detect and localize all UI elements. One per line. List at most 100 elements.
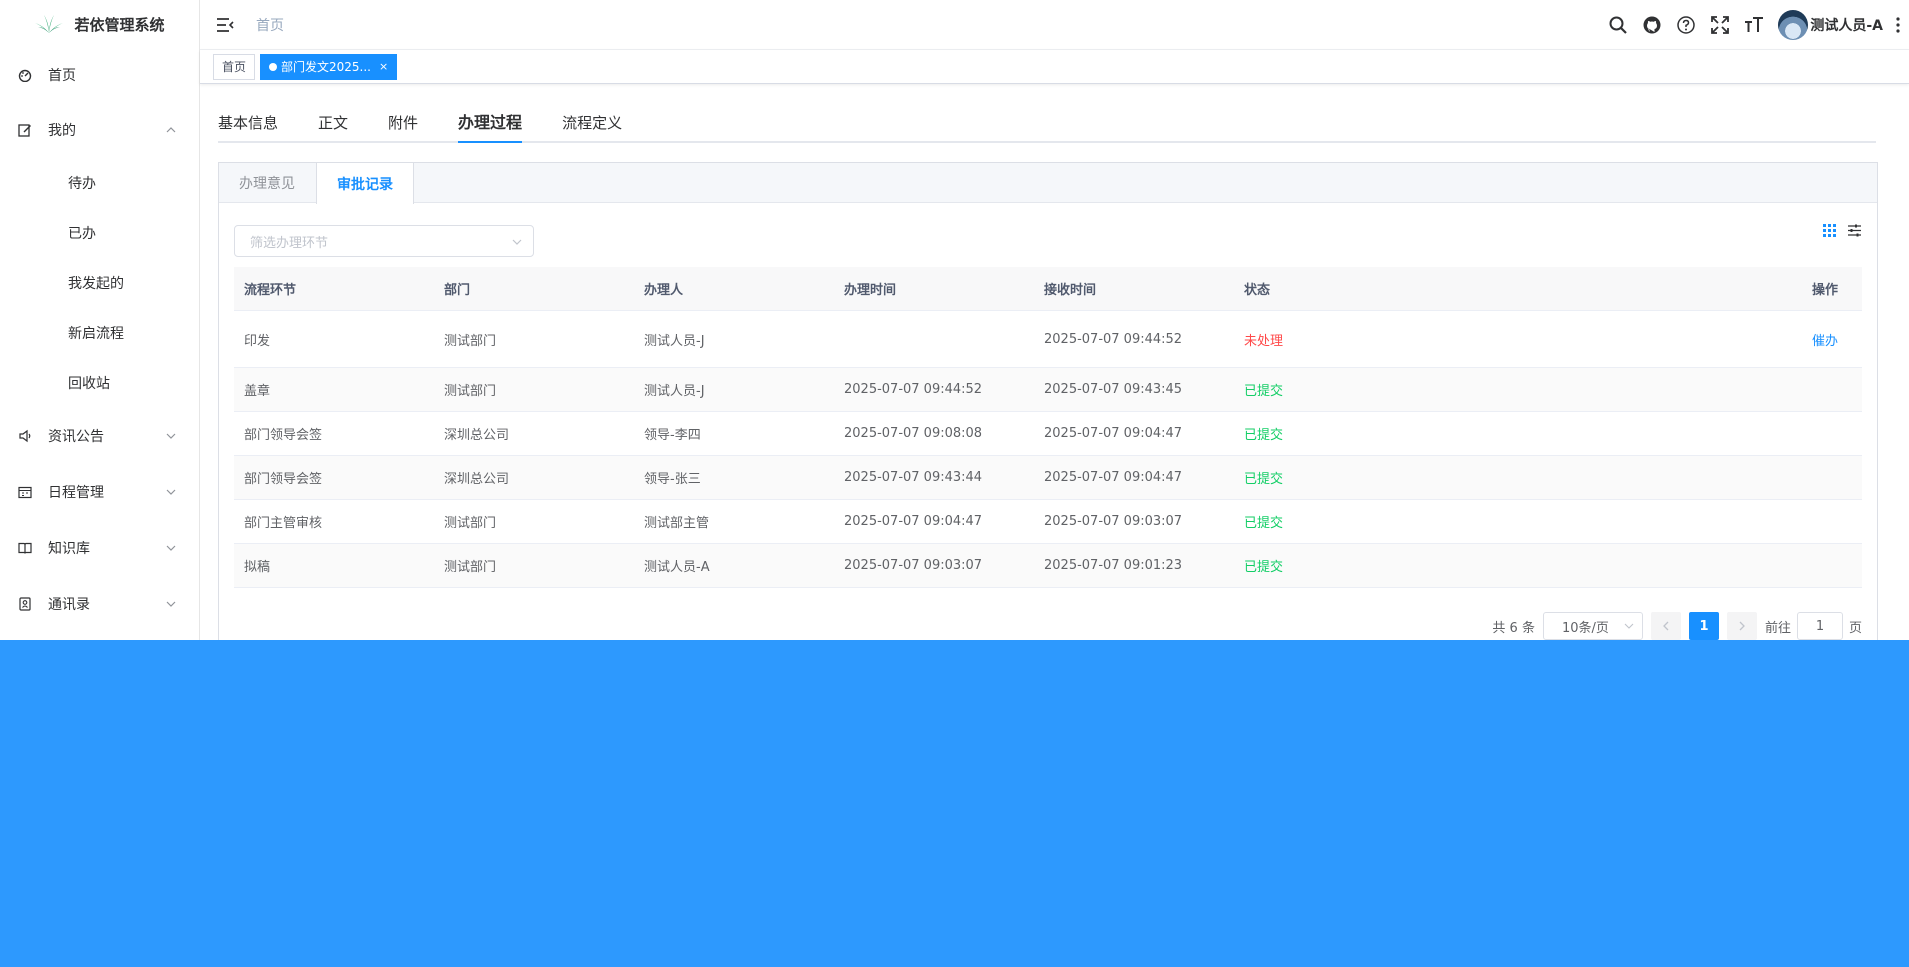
cell-received-time: 2025-07-07 09:04:47 [1044, 470, 1183, 485]
column-settings-icon[interactable] [1847, 223, 1862, 238]
cell-step: 印发 [244, 333, 271, 349]
chevron-down-icon [1624, 623, 1634, 629]
fullscreen-icon[interactable] [1710, 15, 1730, 35]
card-tabs: 办理意见 审批记录 [219, 163, 1877, 204]
sidebar-item-home[interactable]: 首页 [0, 48, 199, 102]
goto-page-input[interactable]: 1 [1796, 612, 1843, 640]
chevron-left-icon [1663, 621, 1669, 631]
hamburger-icon[interactable] [214, 14, 236, 36]
chevron-down-icon [166, 489, 176, 495]
page-jumper: 前往 1 页 [1765, 612, 1862, 640]
col-header-handler[interactable]: 办理人 [634, 279, 834, 298]
user-dropdown[interactable]: 测试人员-A [1778, 10, 1901, 40]
tag-home[interactable]: 首页 [213, 53, 256, 80]
sidebar-item-contacts[interactable]: 通讯录 [0, 576, 199, 632]
chevron-down-icon [166, 433, 176, 439]
breadcrumb[interactable]: 首页 [256, 15, 284, 35]
chevron-down-icon [166, 601, 176, 607]
cell-dept: 测试部门 [444, 516, 497, 531]
tab-approval-records[interactable]: 审批记录 [316, 163, 414, 204]
col-header-handled-time[interactable]: 办理时间 [834, 279, 1034, 298]
cell-status: 已提交 [1244, 472, 1284, 487]
sidebar-subitem-initiated[interactable]: 我发起的 [0, 258, 199, 308]
col-header-received-time[interactable]: 接收时间 [1034, 279, 1234, 298]
cell-handled-time: 2025-07-07 09:03:07 [844, 558, 983, 573]
tab-process[interactable]: 办理过程 [458, 109, 523, 143]
calendar-icon [18, 485, 32, 499]
cell-handler: 测试人员-J [644, 384, 705, 399]
close-icon[interactable]: × [379, 60, 388, 73]
tab-basic-info[interactable]: 基本信息 [218, 112, 278, 141]
col-header-dept[interactable]: 部门 [434, 279, 634, 298]
logo[interactable]: 若依管理系统 [0, 0, 199, 48]
tab-opinions[interactable]: 办理意见 [219, 163, 316, 203]
cell-step: 部门领导会签 [244, 428, 323, 443]
app-title: 若依管理系统 [74, 15, 165, 34]
cell-received-time: 2025-07-07 09:03:07 [1044, 514, 1183, 529]
detail-tabs: 基本信息 正文 附件 办理过程 流程定义 [218, 105, 1876, 143]
pagination-total: 共 6 条 [1492, 620, 1535, 636]
cell-handler: 领导-张三 [644, 472, 701, 487]
cell-received-time: 2025-07-07 09:04:47 [1044, 426, 1183, 441]
chevron-right-icon [1739, 621, 1745, 631]
cell-step: 部门领导会签 [244, 472, 323, 487]
cell-dept: 深圳总公司 [444, 428, 510, 443]
cell-step: 部门主管审核 [244, 516, 323, 531]
search-icon[interactable] [1608, 15, 1628, 35]
page-size-select[interactable]: 10条/页 [1542, 612, 1643, 640]
sidebar-item-news[interactable]: 资讯公告 [0, 408, 199, 464]
prev-page-button[interactable] [1650, 612, 1681, 640]
col-header-step[interactable]: 流程环节 [234, 279, 434, 298]
tag-active-document[interactable]: 部门发文2025... × [260, 53, 398, 80]
sidebar-item-schedule[interactable]: 日程管理 [0, 464, 199, 520]
table-row[interactable]: 盖章 测试部门 测试人员-J 2025-07-07 09:44:52 2025-… [234, 368, 1862, 412]
github-icon[interactable] [1642, 15, 1662, 35]
chevron-down-icon [512, 239, 522, 245]
cell-handler: 测试部主管 [644, 516, 710, 531]
sidebar-subitem-done[interactable]: 已办 [0, 208, 199, 258]
chevron-down-icon [166, 545, 176, 551]
sidebar-item-label: 我的 [48, 123, 76, 139]
cell-handled-time: 2025-07-07 09:08:08 [844, 426, 983, 441]
table-row[interactable]: 部门主管审核 测试部门 测试部主管 2025-07-07 09:04:47 20… [234, 500, 1862, 544]
cell-handled-time: 2025-07-07 09:44:52 [844, 382, 983, 397]
col-header-status[interactable]: 状态 [1234, 279, 1802, 298]
cell-received-time: 2025-07-07 09:43:45 [1044, 382, 1183, 397]
help-icon[interactable] [1676, 15, 1696, 35]
table-row[interactable]: 拟稿 测试部门 测试人员-A 2025-07-07 09:03:07 2025-… [234, 544, 1862, 588]
urge-button[interactable]: 催办 [1812, 334, 1838, 349]
avatar[interactable] [1778, 10, 1809, 40]
sidebar-item-knowledge[interactable]: 知识库 [0, 520, 199, 576]
username[interactable]: 测试人员-A [1810, 15, 1883, 35]
sidebar-subitem-todo[interactable]: 待办 [0, 158, 199, 208]
tab-process-definition[interactable]: 流程定义 [562, 112, 622, 141]
cell-dept: 测试部门 [444, 384, 497, 399]
more-vertical-icon[interactable] [1895, 15, 1901, 35]
main-content: 基本信息 正文 附件 办理过程 流程定义 办理意见 审批记录 筛选办理环节 流程… [200, 85, 1909, 642]
blue-overlay-panel [0, 640, 1909, 967]
cell-dept: 深圳总公司 [444, 472, 510, 487]
table-row[interactable]: 部门领导会签 深圳总公司 领导-李四 2025-07-07 09:08:08 2… [234, 412, 1862, 456]
cell-handled-time: 2025-07-07 09:04:47 [844, 514, 983, 529]
logo-icon [35, 15, 64, 33]
cell-step: 拟稿 [244, 560, 271, 575]
sidebar-subitem-new-process[interactable]: 新启流程 [0, 308, 199, 358]
step-filter-select[interactable]: 筛选办理环节 [234, 225, 534, 257]
next-page-button[interactable] [1726, 612, 1757, 640]
table-row[interactable]: 印发 测试部门 测试人员-J 2025-07-07 09:44:52 未处理 催… [234, 311, 1862, 368]
sidebar-item-label: 通讯录 [48, 597, 90, 613]
font-size-icon[interactable] [1744, 15, 1764, 35]
sidebar-item-mine[interactable]: 我的 [0, 102, 199, 158]
cell-handler: 测试人员-A [644, 560, 710, 575]
col-header-action: 操作 [1812, 283, 1839, 298]
tab-attachments[interactable]: 附件 [388, 112, 418, 141]
edit-icon [18, 123, 32, 137]
grid-view-icon[interactable] [1822, 223, 1837, 238]
cell-action: 催办 [1802, 330, 1862, 349]
cell-status: 已提交 [1244, 428, 1284, 443]
table-row[interactable]: 部门领导会签 深圳总公司 领导-张三 2025-07-07 09:43:44 2… [234, 456, 1862, 500]
page-number-current[interactable]: 1 [1688, 612, 1719, 640]
sidebar-subitem-recycle-bin[interactable]: 回收站 [0, 358, 199, 408]
cell-dept: 测试部门 [444, 333, 497, 349]
tab-body-text[interactable]: 正文 [318, 112, 348, 141]
